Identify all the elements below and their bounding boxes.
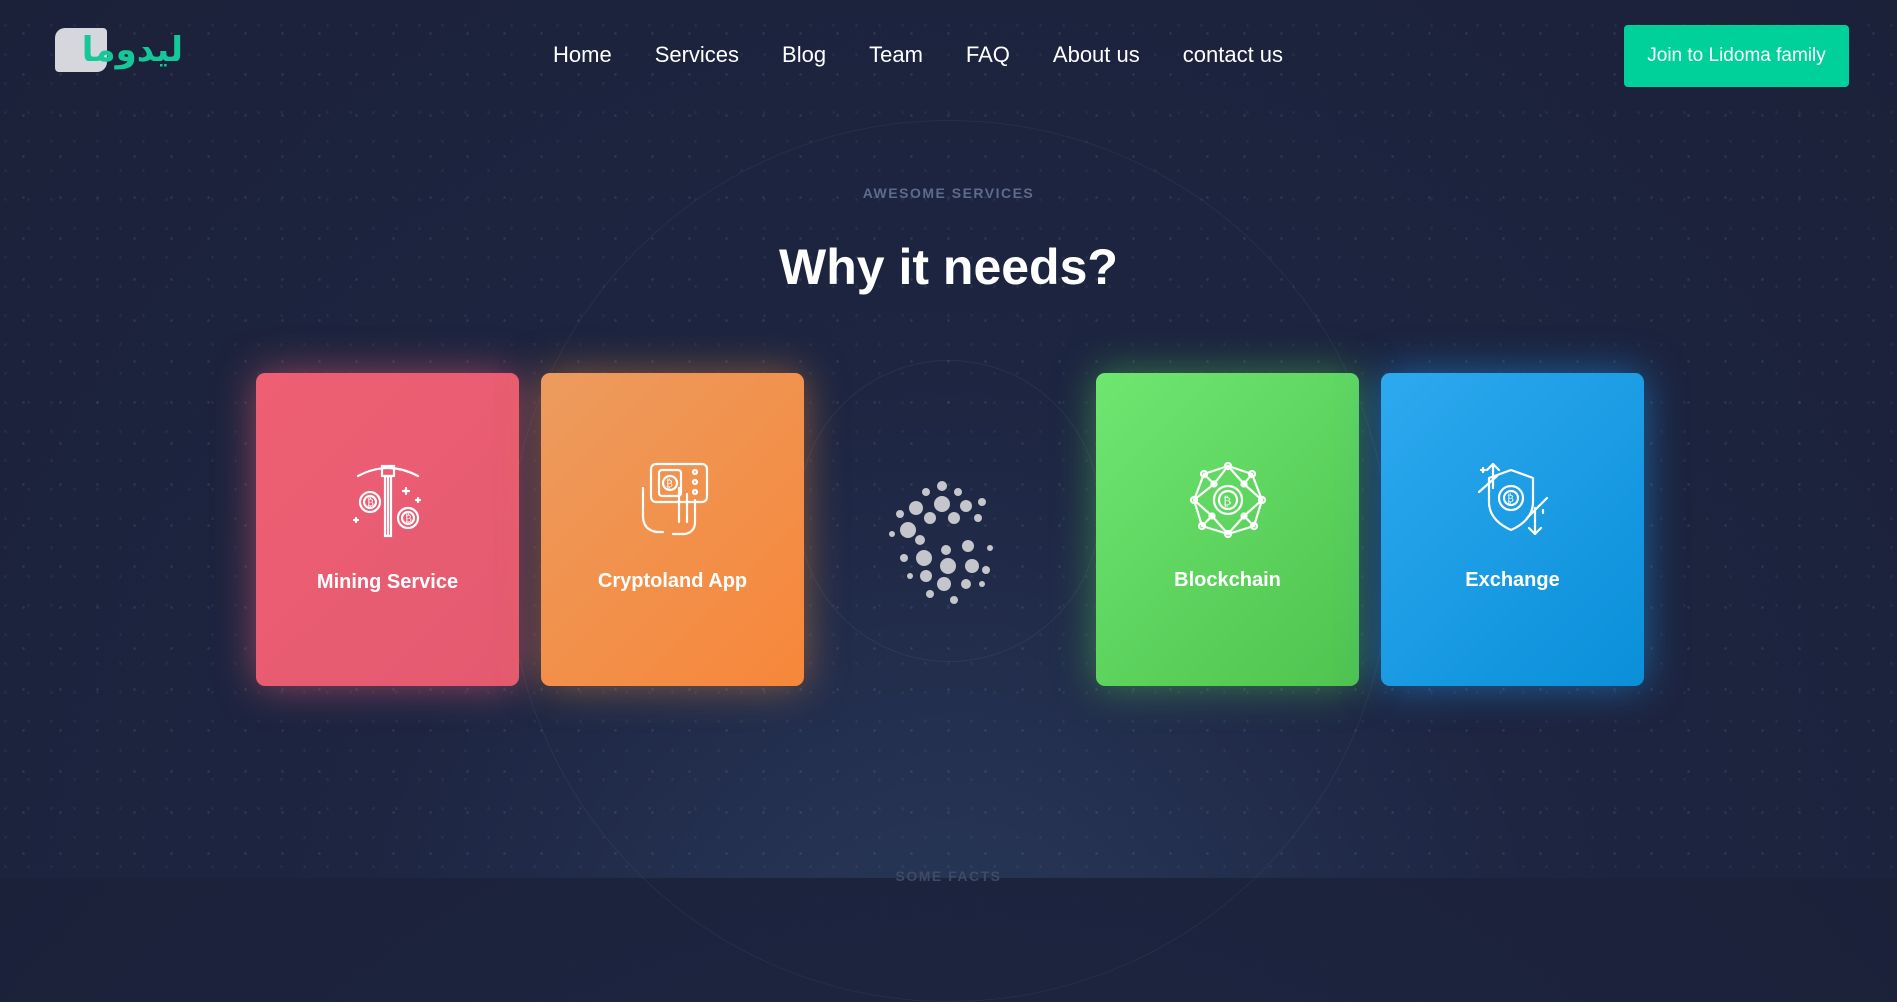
main-nav: Home Services Blog Team FAQ About us con…: [553, 38, 1283, 72]
service-card-mining[interactable]: ₿ ₿ Mining Service: [256, 373, 519, 686]
nav-faq[interactable]: FAQ: [966, 38, 1010, 72]
nav-contact-us[interactable]: contact us: [1183, 38, 1283, 72]
exchange-shield-icon: ₿: [1477, 462, 1549, 536]
site-header: ليدوما Home Services Blog Team FAQ About…: [0, 0, 1897, 110]
svg-text:₿: ₿: [1223, 494, 1231, 508]
service-card-cryptoland-app[interactable]: ₿ Cryptoland App: [541, 373, 804, 686]
next-section-eyebrow: SOME FACTS: [895, 868, 1002, 884]
mining-pickaxe-bitcoin-icon: ₿ ₿: [352, 464, 422, 538]
site-logo[interactable]: ليدوما: [55, 26, 183, 74]
nav-team[interactable]: Team: [869, 38, 923, 72]
service-card-blockchain[interactable]: ₿ Blockchain: [1096, 373, 1359, 686]
svg-text:₿: ₿: [1507, 493, 1514, 505]
service-card-exchange[interactable]: ₿ Exchange: [1381, 373, 1644, 686]
nav-home[interactable]: Home: [553, 38, 612, 72]
service-card-label: Cryptoland App: [597, 570, 748, 592]
svg-text:₿: ₿: [666, 478, 673, 490]
blockchain-network-icon: ₿: [1189, 461, 1267, 538]
cardano-logo-icon: [889, 481, 993, 604]
crypto-app-phone-icon: ₿: [641, 462, 709, 536]
nav-about-us[interactable]: About us: [1053, 38, 1140, 72]
section-title: Why it needs?: [779, 239, 1118, 295]
logo-text: ليدوما: [81, 30, 183, 70]
section-eyebrow: AWESOME SERVICES: [862, 185, 1035, 201]
join-family-button[interactable]: Join to Lidoma family: [1624, 25, 1849, 87]
svg-text:₿: ₿: [367, 497, 374, 509]
service-card-label: Exchange: [1465, 569, 1560, 591]
svg-text:₿: ₿: [405, 513, 412, 525]
service-card-label: Mining Service: [316, 571, 459, 593]
nav-services[interactable]: Services: [655, 38, 739, 72]
nav-blog[interactable]: Blog: [782, 38, 826, 72]
service-card-label: Blockchain: [1174, 569, 1281, 591]
